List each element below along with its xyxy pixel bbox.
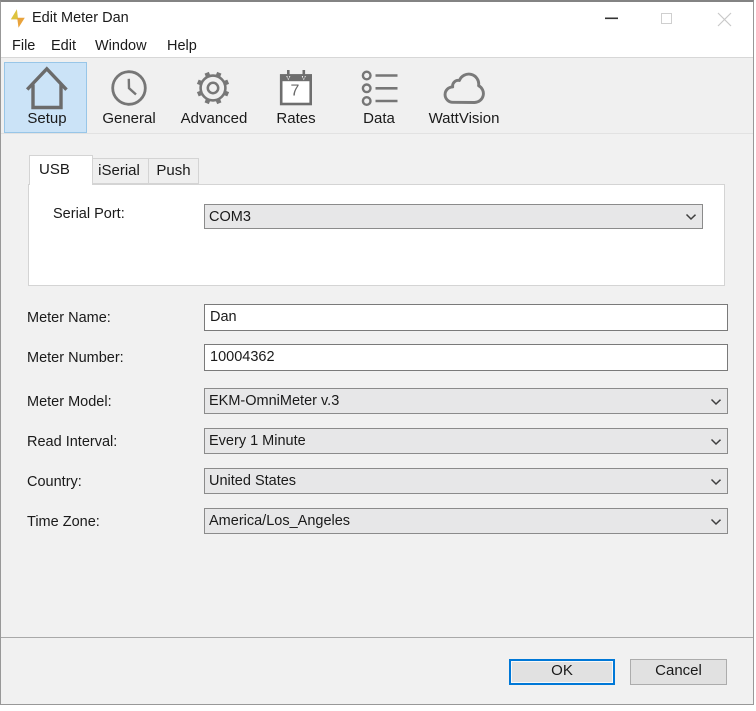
svg-text:7: 7: [291, 83, 300, 100]
